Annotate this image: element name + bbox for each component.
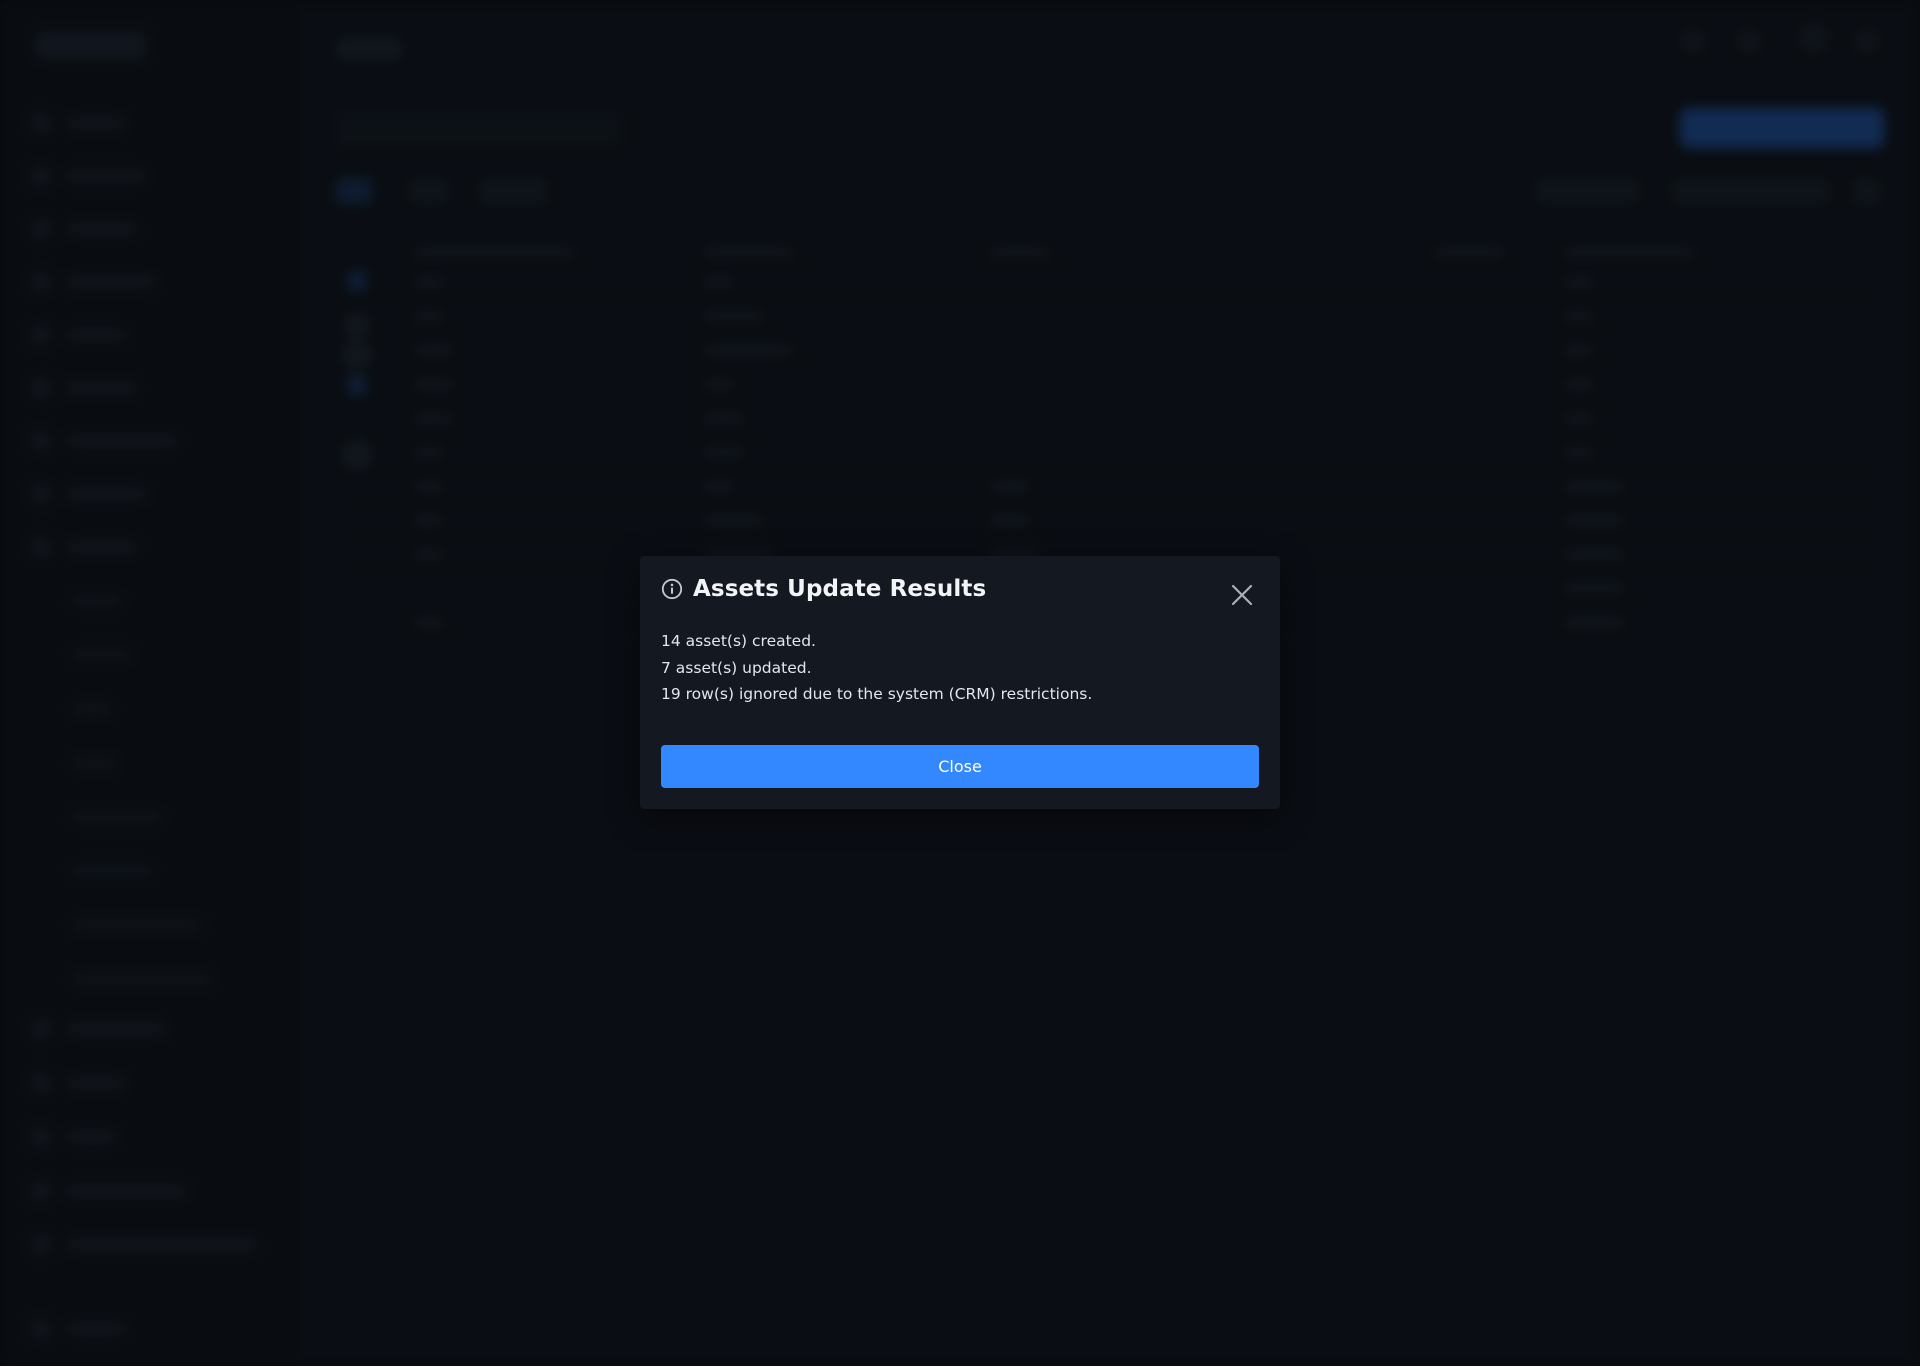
updated-count-message: 7 asset(s) updated. (661, 658, 812, 677)
dialog-title: Assets Update Results (693, 576, 987, 602)
info-icon (661, 578, 683, 600)
created-count-message: 14 asset(s) created. (661, 632, 816, 650)
dialog-body: 14 asset(s) created. 7 asset(s) updated.… (661, 628, 1261, 708)
ignored-rows-message: 19 row(s) ignored due to the system (CRM… (661, 685, 1093, 703)
dialog-header: Assets Update Results (661, 576, 986, 602)
assets-update-results-dialog: Assets Update Results 14 asset(s) create… (640, 556, 1280, 809)
close-icon[interactable] (1227, 580, 1257, 610)
close-button[interactable]: Close (661, 745, 1259, 788)
